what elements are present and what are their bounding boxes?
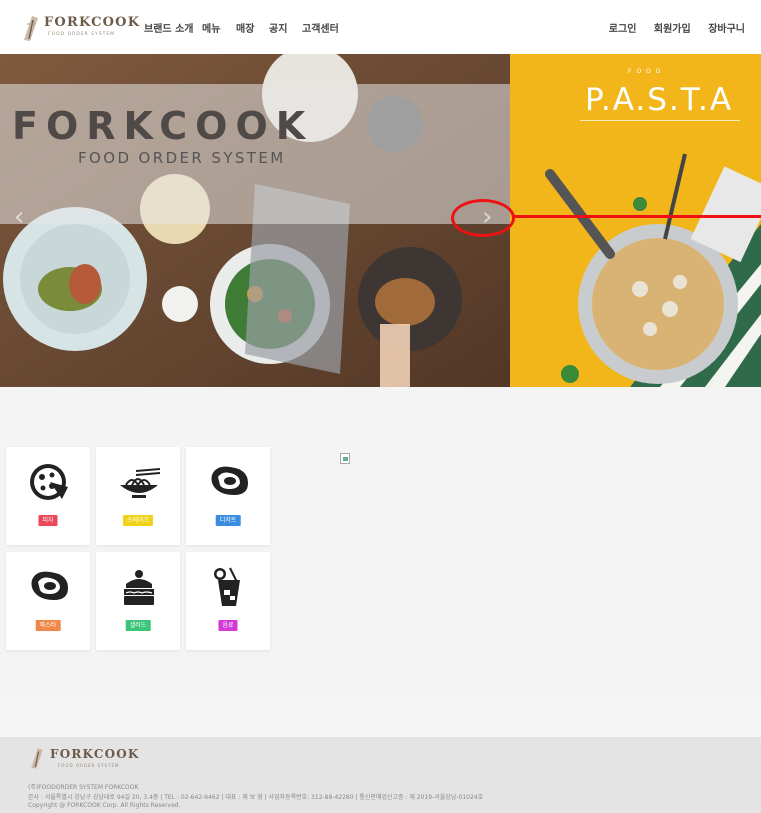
pasta-caption-line bbox=[580, 120, 740, 121]
category-label: 샐러드 bbox=[125, 620, 151, 631]
drink-icon bbox=[214, 567, 240, 606]
hero-subtitle: FOOD ORDER SYSTEM bbox=[78, 149, 286, 167]
category-grid: 피자 스테이크 디저트 파스타 샐러드 음료 bbox=[6, 447, 276, 657]
category-label: 스테이크 bbox=[122, 515, 154, 526]
signup-link[interactable]: 회원가입 bbox=[654, 24, 691, 35]
steak-icon bbox=[31, 571, 68, 600]
category-card-dessert[interactable]: 디저트 bbox=[186, 447, 270, 545]
annotation-highlight-circle bbox=[451, 199, 515, 237]
pasta-eyebrow: FOOD bbox=[628, 68, 666, 75]
category-card-drink[interactable]: 음료 bbox=[186, 552, 270, 650]
fork-logo-icon bbox=[31, 748, 43, 769]
user-nav: 로그인 회원가입 장바구니 bbox=[595, 20, 745, 35]
logo-text: FORKCOOK bbox=[44, 15, 141, 30]
hero-slide-main: FORKCOOK FOOD ORDER SYSTEM ‹ › bbox=[0, 54, 510, 387]
fork-logo-icon bbox=[24, 16, 38, 41]
pasta-title: P.A.S.T.A bbox=[585, 82, 734, 118]
category-card-steak[interactable]: 스테이크 bbox=[96, 447, 180, 545]
category-card-pasta[interactable]: 파스타 bbox=[6, 552, 90, 650]
slider-prev-arrow[interactable]: ‹ bbox=[14, 202, 24, 232]
hero-brand-title: FORKCOOK bbox=[12, 104, 314, 148]
footer-company: (주)FOODORDER SYSTEM FORKCOOK bbox=[28, 784, 139, 791]
footer-logo-subtext: FOOD ORDER SYSTEM bbox=[58, 763, 120, 768]
nav-brand[interactable]: 브랜드 소개 bbox=[144, 20, 193, 35]
footer-address: 본사 : 서울특별시 강남구 강남대로 94길 20, 3.4층 | TEL :… bbox=[28, 794, 484, 801]
category-card-pizza[interactable]: 피자 bbox=[6, 447, 90, 545]
nav-notice[interactable]: 공지 bbox=[269, 20, 287, 35]
nav-menu[interactable]: 메뉴 bbox=[202, 20, 220, 35]
hero-slider: FORKCOOK FOOD ORDER SYSTEM ‹ › FOOD P.A.… bbox=[0, 54, 761, 387]
login-link[interactable]: 로그인 bbox=[609, 24, 637, 35]
broken-image-icon bbox=[340, 453, 350, 464]
noodle-bowl-icon bbox=[120, 468, 160, 498]
logo-subtext: FOOD ORDER SYSTEM bbox=[48, 32, 116, 37]
cake-icon bbox=[124, 570, 154, 605]
footer-copyright: Copyright @ FORKCOOK Corp. All Rights Re… bbox=[28, 802, 181, 809]
category-label: 음료 bbox=[218, 620, 238, 631]
site-footer: FORKCOOK FOOD ORDER SYSTEM (주)FOODORDER … bbox=[0, 737, 761, 813]
category-label: 파스타 bbox=[35, 620, 61, 631]
annotation-highlight-line bbox=[514, 215, 761, 218]
steak-icon bbox=[211, 466, 248, 495]
category-card-salad[interactable]: 샐러드 bbox=[96, 552, 180, 650]
cart-link[interactable]: 장바구니 bbox=[708, 24, 745, 35]
site-logo[interactable]: FORKCOOK FOOD ORDER SYSTEM bbox=[20, 14, 139, 42]
category-label: 디저트 bbox=[215, 515, 241, 526]
nav-support[interactable]: 고객센터 bbox=[302, 20, 339, 35]
category-label: 피자 bbox=[38, 515, 58, 526]
menu-category-section: 피자 스테이크 디저트 파스타 샐러드 음료 bbox=[0, 387, 761, 697]
nav-store[interactable]: 매장 bbox=[236, 20, 254, 35]
footer-logo-text: FORKCOOK bbox=[50, 747, 140, 761]
footer-logo: FORKCOOK FOOD ORDER SYSTEM bbox=[28, 745, 138, 771]
pizza-icon bbox=[30, 464, 68, 500]
site-header: FORKCOOK FOOD ORDER SYSTEM 브랜드 소개 메뉴 매장 … bbox=[0, 0, 761, 54]
hero-slide-pasta: FOOD P.A.S.T.A bbox=[510, 54, 761, 387]
